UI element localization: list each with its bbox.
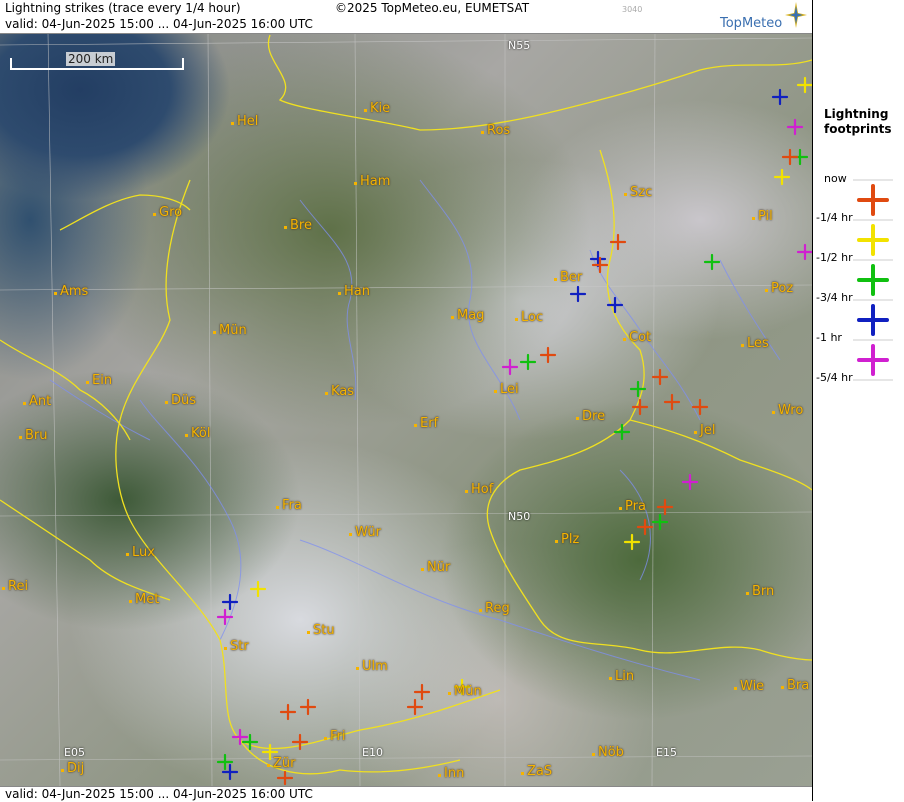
city-label: Bre bbox=[284, 218, 312, 233]
city-label: Hof bbox=[464, 482, 494, 497]
city-label: Brn bbox=[745, 584, 775, 599]
city-label: Kas bbox=[324, 384, 355, 399]
legend-cross-three-quarter bbox=[857, 304, 889, 336]
grid-label-e10: E10 bbox=[362, 746, 383, 759]
city-label: Lin bbox=[608, 669, 635, 684]
city-label: Lei bbox=[494, 382, 519, 397]
grid-label-e05: E05 bbox=[64, 746, 85, 759]
city-label: Ham bbox=[353, 174, 391, 189]
legend-symbols bbox=[853, 179, 893, 381]
legend-cross-now bbox=[857, 184, 889, 216]
city-label: Jel bbox=[693, 423, 716, 438]
city-label: Szc bbox=[623, 185, 653, 200]
city-label: Plz bbox=[554, 532, 580, 547]
city-label: Bru bbox=[19, 428, 48, 443]
grid-label-n55: N55 bbox=[508, 39, 531, 52]
city-label: Dij bbox=[60, 761, 85, 776]
city-label: Met bbox=[128, 592, 160, 607]
city-label: Rei bbox=[1, 579, 29, 594]
city-label: Ams bbox=[53, 284, 89, 299]
city-label: Ros bbox=[480, 123, 511, 138]
city-label: Pil bbox=[752, 209, 773, 224]
city-label: Hel bbox=[230, 114, 259, 129]
city-label: Poz bbox=[764, 281, 794, 296]
rivers bbox=[49, 179, 781, 681]
scale-bar-label: 200 km bbox=[66, 52, 116, 66]
header-bar: Lightning strikes (trace every 1/4 hour)… bbox=[0, 0, 812, 34]
map-overlay bbox=[0, 32, 812, 787]
city-label: Zür bbox=[267, 756, 296, 771]
city-label: Fri bbox=[324, 729, 346, 744]
graticule bbox=[0, 32, 812, 787]
city-label: Cot bbox=[622, 330, 652, 345]
city-label: Ant bbox=[22, 394, 52, 409]
grid-label-e15: E15 bbox=[656, 746, 677, 759]
city-label: Pra bbox=[619, 499, 646, 514]
borders bbox=[0, 34, 812, 775]
city-label: Wie bbox=[733, 679, 765, 694]
city-label: Nür bbox=[420, 560, 451, 575]
city-label: Str bbox=[224, 639, 249, 654]
legend-cross-half bbox=[857, 264, 889, 296]
city-label: Fra bbox=[276, 498, 302, 513]
city-label: Les bbox=[741, 336, 769, 351]
city-label: Reg bbox=[479, 601, 510, 616]
satellite-map: 200 km N55 N50 E05 E10 E15 Kie Hel Ros H… bbox=[0, 0, 812, 801]
city-label: Erf bbox=[413, 416, 439, 431]
city-label: Gro bbox=[152, 205, 183, 220]
city-label: Lux bbox=[126, 545, 155, 560]
grid-label-n50: N50 bbox=[508, 510, 531, 523]
city-label: Bra bbox=[780, 678, 810, 693]
valid-time: valid: 04-Jun-2025 15:00 ... 04-Jun-2025… bbox=[5, 17, 313, 31]
city-label: Wro bbox=[771, 403, 804, 418]
legend-cross-quarter bbox=[857, 224, 889, 256]
image-code: 3040 bbox=[622, 5, 643, 14]
city-label: Stu bbox=[307, 623, 335, 638]
city-label: Ber bbox=[553, 270, 583, 285]
city-label: Loc bbox=[514, 310, 544, 325]
lightning-strikes bbox=[216, 76, 812, 786]
logo-star-icon bbox=[785, 2, 807, 28]
city-label: Wür bbox=[349, 525, 381, 540]
city-label: Ein bbox=[85, 373, 113, 388]
city-label: Dre bbox=[575, 409, 606, 424]
topmeteo-logo: TopMeteo bbox=[720, 16, 783, 31]
footer-valid-time: valid: 04-Jun-2025 15:00 ... 04-Jun-2025… bbox=[5, 787, 313, 801]
copyright: ©2025 TopMeteo.eu, EUMETSAT bbox=[335, 1, 530, 15]
city-label: ZaS bbox=[520, 764, 553, 779]
legend-cross-hour bbox=[857, 344, 889, 376]
city-label: Mün bbox=[448, 684, 482, 699]
city-label: Köl bbox=[184, 426, 211, 441]
city-label: Düs bbox=[164, 393, 197, 408]
legend-panel: Lightning footprints now -1/4 hr -1/2 hr… bbox=[812, 0, 904, 801]
footer-bar: valid: 04-Jun-2025 15:00 ... 04-Jun-2025… bbox=[0, 786, 812, 802]
city-label: Han bbox=[338, 284, 370, 299]
city-label: Ulm bbox=[356, 659, 388, 674]
city-label: Mag bbox=[450, 308, 485, 323]
city-label: Nöb bbox=[592, 745, 624, 760]
city-label: Mün bbox=[213, 323, 247, 338]
map-title: Lightning strikes (trace every 1/4 hour) bbox=[5, 1, 241, 15]
city-label: Inn bbox=[437, 766, 465, 781]
city-label: Kie bbox=[363, 101, 391, 116]
